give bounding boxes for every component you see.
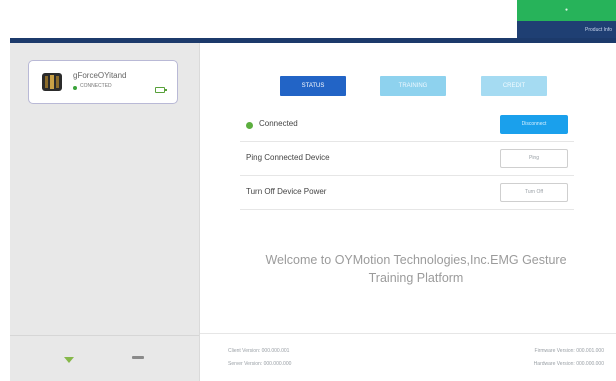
ping-button[interactable]: Ping: [500, 149, 568, 168]
turn-off-button[interactable]: Turn Off: [500, 183, 568, 202]
welcome-message: Welcome to OYMotion Technologies,Inc.EMG…: [230, 251, 602, 287]
tab-status[interactable]: STATUS: [280, 76, 346, 96]
battery-icon: [155, 87, 167, 93]
add-icon[interactable]: [63, 356, 75, 364]
sidebar-controls: [10, 335, 199, 381]
status-row-ping: Ping Connected Device Ping: [240, 142, 574, 176]
version-footer: Client Version: 000.000.001 Server Versi…: [200, 333, 616, 381]
remove-icon[interactable]: [132, 356, 144, 359]
server-version: Server Version: 000.000.000: [228, 361, 292, 367]
tab-training[interactable]: TRAINING: [380, 76, 446, 96]
hardware-version: Hardware Version: 000.000.000: [533, 361, 604, 367]
device-name: gForceOYitand: [73, 71, 127, 80]
connected-indicator-icon: [246, 122, 253, 129]
status-row-connected: Connected Disconnect: [240, 108, 574, 142]
tab-credit[interactable]: CREDIT: [481, 76, 547, 96]
corner-accent: ●: [517, 0, 616, 21]
main-panel: STATUS TRAINING CREDIT Connected Disconn…: [200, 43, 616, 381]
welcome-line-2: Training Platform: [368, 271, 464, 285]
device-card[interactable]: gForceOYitand CONNECTED: [28, 60, 178, 104]
product-info-button[interactable]: Product Info: [517, 21, 616, 39]
device-status: CONNECTED: [80, 83, 112, 89]
device-sidebar: gForceOYitand CONNECTED: [10, 43, 200, 381]
device-connected-dot: [73, 86, 77, 90]
client-version: Client Version: 000.000.001: [228, 348, 290, 354]
corner-accent-text: ●: [564, 7, 569, 13]
armband-device-icon: [42, 73, 62, 91]
power-off-label: Turn Off Device Power: [246, 187, 327, 196]
product-info-label: Product Info: [585, 27, 612, 33]
welcome-line-1: Welcome to OYMotion Technologies,Inc.EMG…: [265, 253, 567, 267]
status-row-power-off: Turn Off Device Power Turn Off: [240, 176, 574, 210]
connected-label: Connected: [259, 119, 298, 128]
disconnect-button[interactable]: Disconnect: [500, 115, 568, 134]
firmware-version: Firmware Version: 000.001.000: [534, 348, 604, 354]
ping-label: Ping Connected Device: [246, 153, 330, 162]
